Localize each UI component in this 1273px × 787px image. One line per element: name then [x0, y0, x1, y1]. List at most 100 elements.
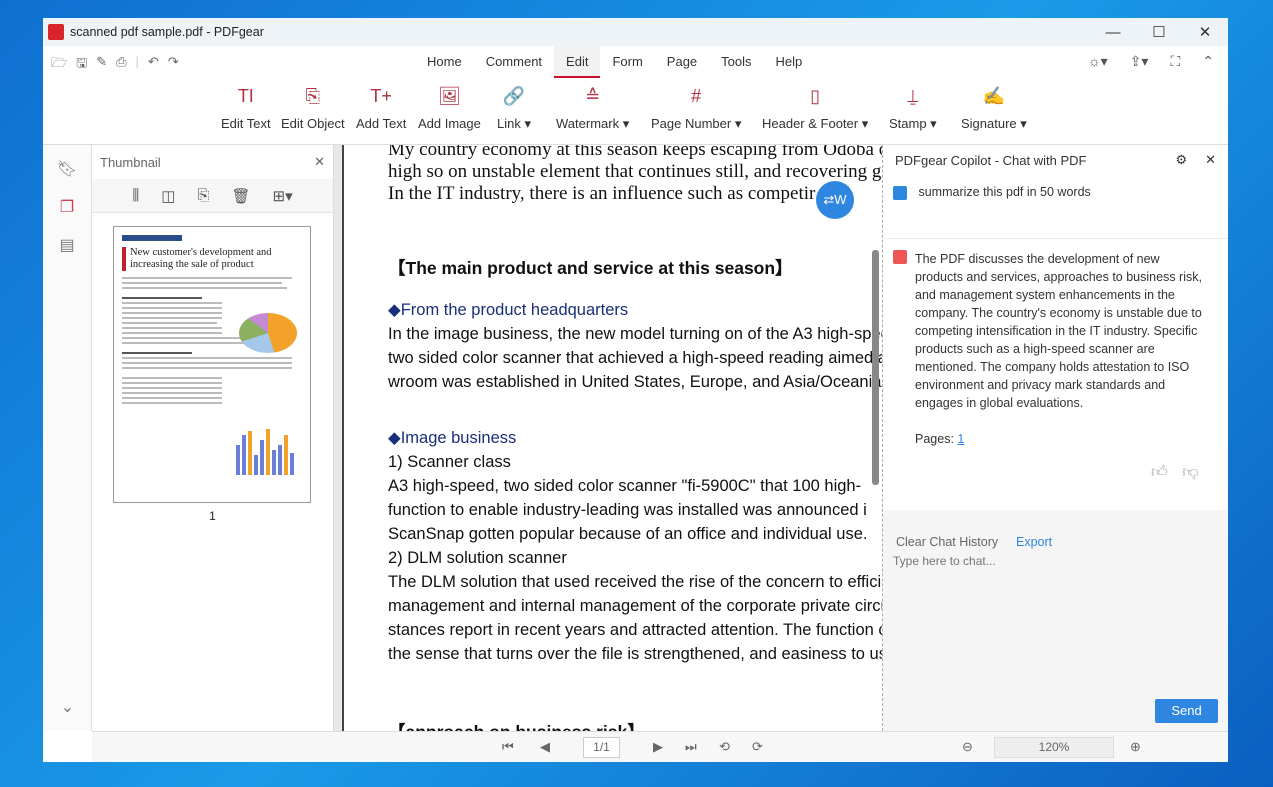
window-title: scanned pdf sample.pdf - PDFgear	[70, 25, 264, 39]
rotate-left-icon[interactable]: ⟲	[719, 739, 730, 755]
thumbs-up-icon[interactable]: 👍︎	[1151, 464, 1168, 481]
app-logo-icon	[48, 24, 64, 40]
doc-line: In the IT industry, there is an influenc…	[388, 183, 851, 204]
title-bar: scanned pdf sample.pdf - PDFgear — ☐ ✕	[43, 18, 1228, 46]
zoom-level[interactable]: 120%	[994, 737, 1114, 758]
tab-page[interactable]: Page	[655, 46, 709, 78]
add-text-icon: T+	[370, 86, 392, 106]
maximize-button[interactable]: ☐	[1136, 18, 1182, 46]
bookmark-icon[interactable]: 🔖︎	[43, 159, 91, 183]
doc-line: My country economy at this season keeps …	[388, 145, 882, 160]
share-icon[interactable]: ⇪▾	[1130, 53, 1149, 70]
send-button[interactable]: Send	[1155, 699, 1218, 723]
copilot-panel: PDFgear Copilot - Chat with PDF ⚙ ✕ summar…	[882, 145, 1228, 731]
ribbon-toolbar: TI Edit Text ⎘ Edit Object T+ Add Text 🖼 Add…	[43, 78, 1228, 145]
signature-button[interactable]: ✍ Signature ▾	[961, 86, 1027, 132]
watermark-button[interactable]: ≙ Watermark ▾	[556, 86, 629, 132]
doc-line: A3 high-speed, two sided color scanner "…	[388, 477, 862, 495]
thumbnail-bar-chart	[236, 427, 300, 475]
page-link[interactable]: 1	[957, 432, 964, 446]
page-number-icon: #	[691, 86, 702, 106]
edit-text-icon: TI	[237, 86, 254, 106]
doc-line: The DLM solution that used received the …	[388, 573, 882, 591]
rotate-right-icon[interactable]: ⟳	[752, 739, 763, 755]
minimize-button[interactable]: —	[1090, 18, 1136, 46]
convert-to-word-button[interactable]: ⇄W	[816, 181, 854, 219]
next-page-icon[interactable]: ▶	[653, 739, 663, 755]
previous-page-icon[interactable]: ◀	[540, 739, 550, 755]
stamp-button[interactable]: ⍊ Stamp ▾	[889, 86, 937, 132]
thumbnail-scrollbar[interactable]	[334, 145, 342, 731]
close-copilot-icon[interactable]: ✕	[1205, 152, 1216, 167]
comments-icon[interactable]: ▤	[43, 235, 91, 259]
close-thumbnail-icon[interactable]: ✕	[314, 154, 325, 170]
print-icon[interactable]: ⎙	[116, 54, 126, 76]
pages-label: Pages:	[915, 432, 954, 446]
tab-help[interactable]: Help	[764, 46, 815, 78]
close-button[interactable]: ✕	[1182, 18, 1228, 46]
fullscreen-icon[interactable]: ⛶	[1170, 53, 1180, 70]
last-page-icon[interactable]: ⏭	[685, 739, 697, 755]
thumbs-down-icon[interactable]: 👎︎	[1182, 464, 1198, 481]
link-button[interactable]: 🔗 Link ▾	[497, 86, 531, 132]
bot-reply: The PDF discusses the development of new…	[915, 252, 1202, 410]
doc-line: wroom was established in United States, …	[388, 373, 882, 391]
page-thumbnail[interactable]: New customer's development and increasin…	[113, 226, 311, 503]
bot-message: The PDF discusses the development of new…	[893, 250, 1205, 448]
tab-tools[interactable]: Tools	[709, 46, 763, 78]
user-avatar-icon	[893, 185, 907, 200]
undo-icon[interactable]: ↶	[148, 54, 159, 76]
insert-page-icon[interactable]: ⊞▾	[273, 187, 293, 205]
document-view: My country economy at this season keeps …	[342, 145, 882, 731]
header-footer-button[interactable]: ▯ Header & Footer ▾	[762, 86, 868, 132]
edit-text-button[interactable]: TI Edit Text	[221, 86, 271, 131]
thumbnail-panel: Thumbnail ✕ ⫼ ◫ ⎘ 🗑︎ ⊞▾ New customer's develo…	[92, 145, 334, 731]
page-number-button[interactable]: # Page Number ▾	[651, 86, 741, 132]
edit-object-button[interactable]: ⎘ Edit Object	[281, 86, 345, 131]
doc-line: ScanSnap gotten popular because of an of…	[388, 525, 868, 543]
expand-sidebar-icon[interactable]: ⌄	[43, 697, 92, 721]
tab-form[interactable]: Form	[600, 46, 654, 78]
export-button[interactable]: Export	[1016, 535, 1052, 549]
add-image-button[interactable]: 🖼 Add Image	[418, 86, 481, 131]
watermark-icon: ≙	[585, 86, 601, 106]
edit-object-icon: ⎘	[305, 86, 320, 106]
doc-line: the sense that turns over the file is st…	[388, 645, 882, 663]
columns-icon[interactable]: ◫	[161, 187, 175, 205]
thumbnails-icon[interactable]: ❐	[43, 197, 91, 221]
user-message: summarize this pdf in 50 words	[893, 183, 1091, 201]
document-scrollbar[interactable]	[872, 250, 879, 485]
save-icon[interactable]: 🖫	[76, 54, 87, 76]
chat-input[interactable]	[893, 554, 1213, 568]
add-text-button[interactable]: T+ Add Text	[356, 86, 406, 131]
doc-line: stances report in recent years and attra…	[388, 621, 882, 639]
tab-comment[interactable]: Comment	[474, 46, 554, 78]
settings-icon[interactable]: ⚙	[1175, 152, 1187, 167]
bot-avatar-icon	[893, 250, 907, 264]
doc-heading: 【The main product and service at this se…	[388, 258, 793, 278]
zoom-out-icon[interactable]: ⊖	[962, 739, 973, 755]
theme-icon[interactable]: ☼▾	[1088, 53, 1108, 70]
page-input[interactable]: 1/1	[583, 737, 620, 758]
split-icon[interactable]: ⫼	[132, 187, 139, 204]
clear-chat-history-button[interactable]: Clear Chat History	[896, 535, 998, 549]
collapse-ribbon-icon[interactable]: ⌃	[1202, 53, 1214, 70]
doc-line: high so on unstable element that continu…	[388, 161, 882, 182]
zoom-in-icon[interactable]: ⊕	[1130, 739, 1141, 755]
extract-icon[interactable]: ⎘	[197, 187, 209, 204]
redo-icon[interactable]: ↷	[168, 54, 179, 76]
first-page-icon[interactable]: ⏮	[502, 739, 514, 755]
header-footer-icon: ▯	[810, 86, 821, 106]
doc-line: two sided color scanner that achieved a …	[388, 349, 882, 367]
link-icon: 🔗	[502, 86, 526, 106]
doc-heading: 【approach on business risk】	[388, 720, 645, 731]
delete-icon[interactable]: 🗑︎	[231, 187, 250, 205]
save-as-icon[interactable]: ✎	[96, 54, 107, 76]
doc-subheading: ◆Image business	[388, 429, 517, 447]
left-sidebar: 🔖︎ ❐ ▤ ⌄	[43, 145, 92, 731]
tab-edit[interactable]: Edit	[554, 46, 601, 78]
open-icon[interactable]: 🗁	[51, 54, 67, 76]
thumbnail-title: Thumbnail	[100, 154, 161, 170]
thumbnail-page-number: 1	[209, 509, 216, 523]
tab-home[interactable]: Home	[415, 46, 474, 78]
